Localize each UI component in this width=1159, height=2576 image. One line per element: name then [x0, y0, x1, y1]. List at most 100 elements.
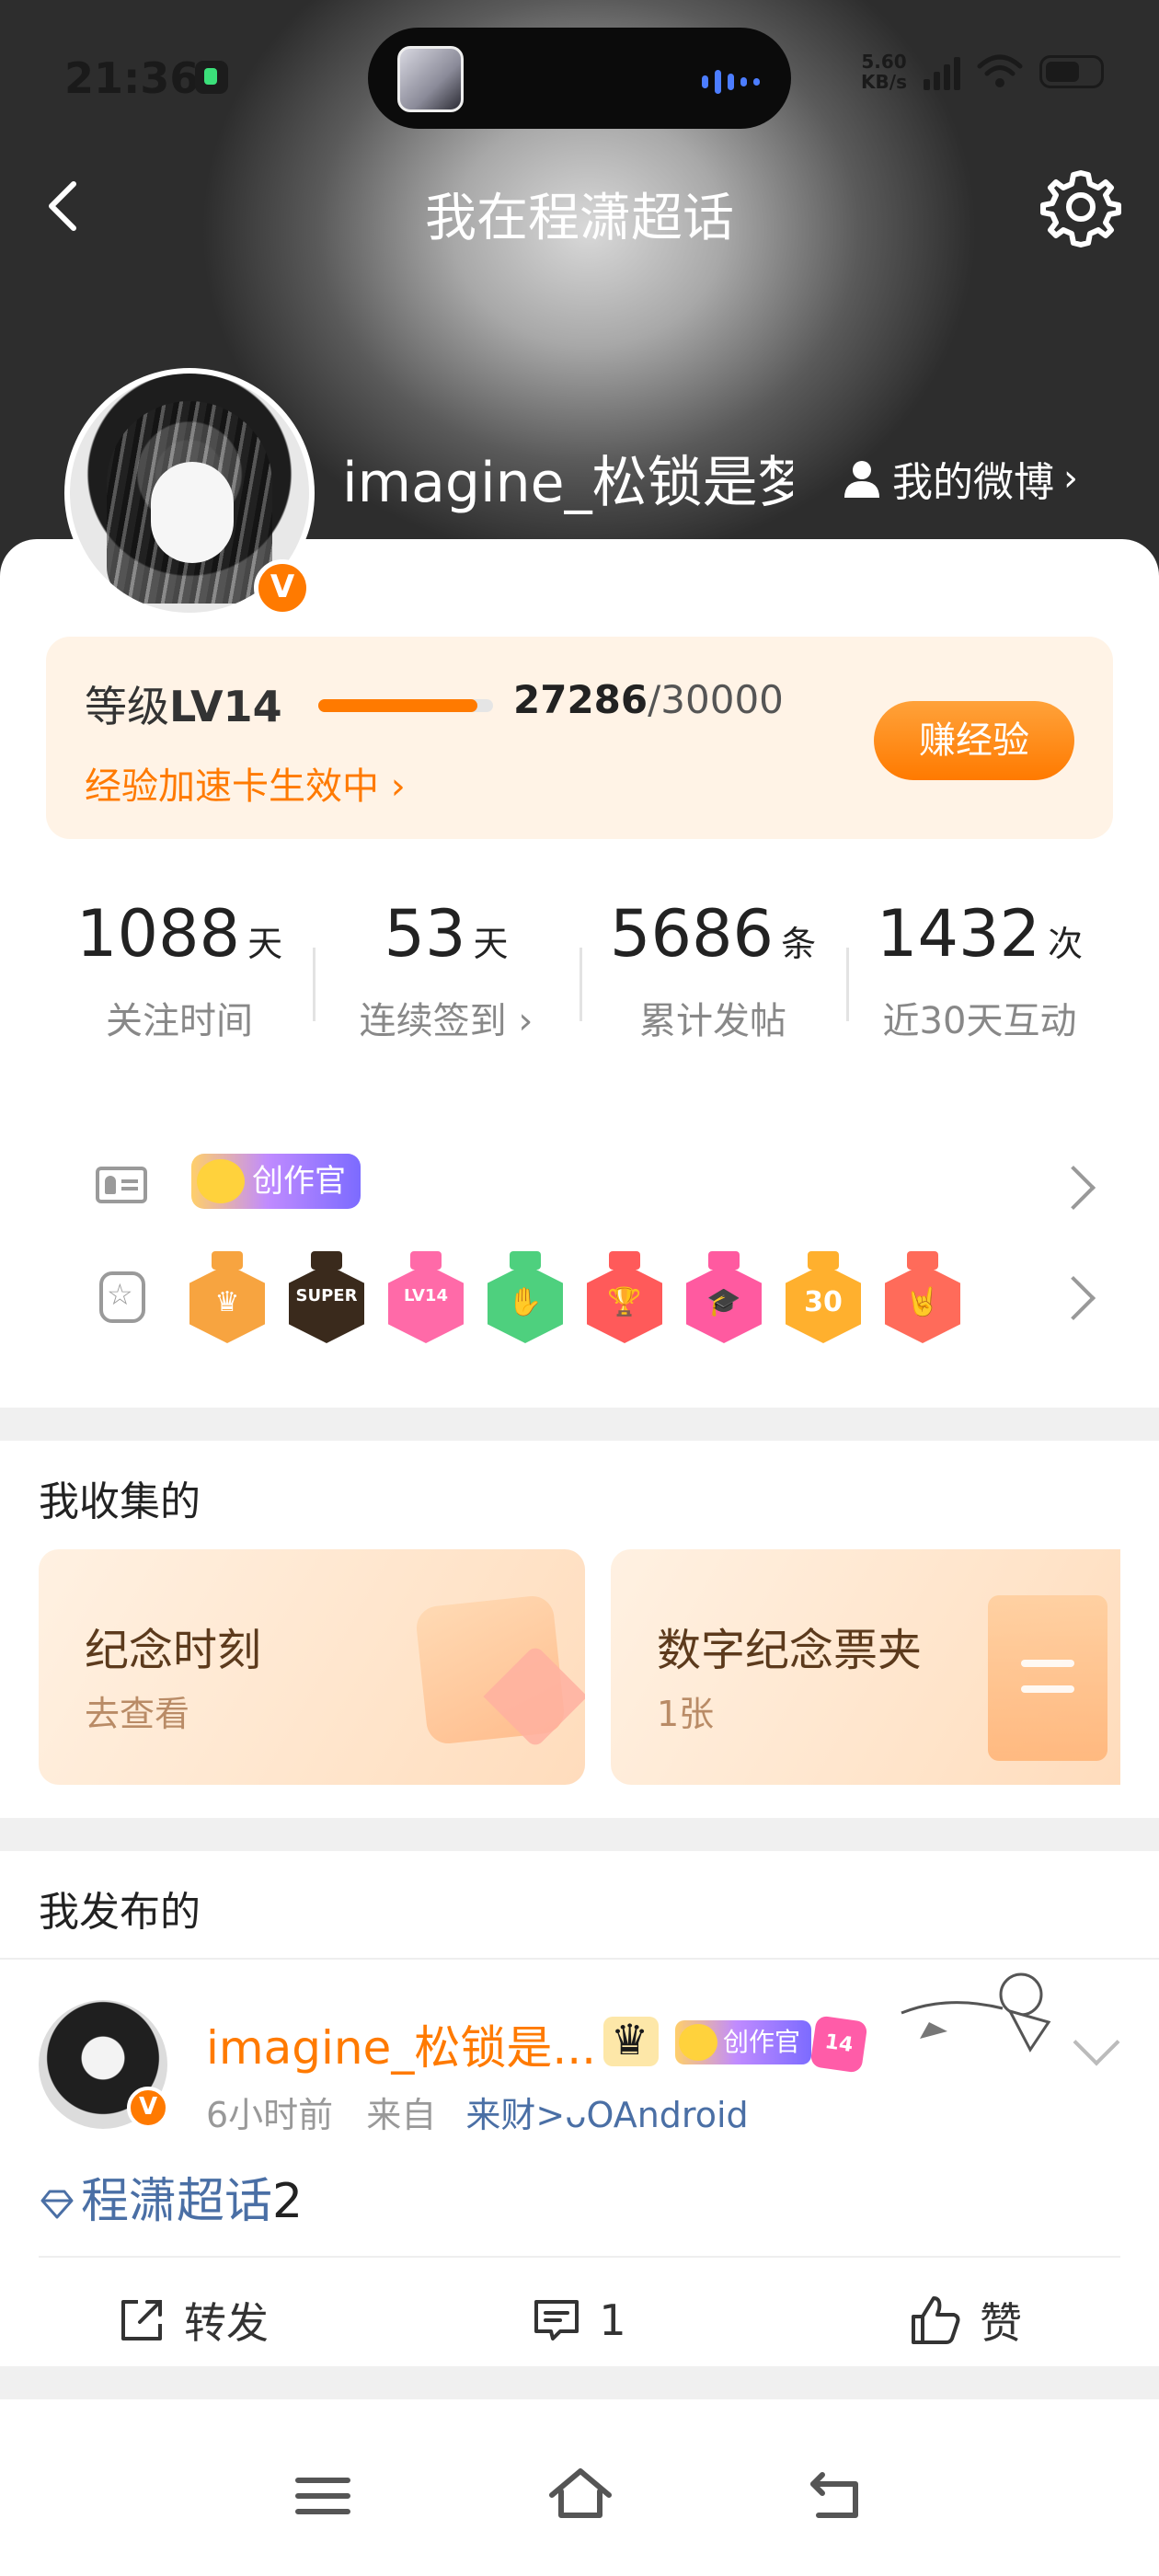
stat-total-posts: 5686 条 累计发帖	[580, 874, 846, 1058]
repost-icon	[121, 2300, 162, 2340]
super-topic-icon	[40, 2190, 74, 2219]
level-progress-bar	[318, 699, 493, 712]
post-source[interactable]: 来财>ᴗOAndroid	[465, 2095, 748, 2135]
creator-face-icon	[197, 1159, 245, 1203]
status-bar: 21:36 5.60 KB/s	[0, 0, 1159, 156]
post-meta: 6小时前 来自 来财>ᴗOAndroid	[206, 2087, 749, 2137]
top-nav: 我在程潇超话	[0, 156, 1159, 258]
my-weibo-label: 我的微博	[892, 459, 1054, 506]
chevron-right-icon: ›	[390, 765, 406, 808]
stat-value: 1088	[75, 896, 241, 972]
page-title: 我在程潇超话	[425, 189, 734, 248]
medal-icon	[99, 1271, 145, 1323]
stat-label: 连续签到	[359, 1000, 507, 1042]
chevron-right-icon[interactable]	[1050, 1275, 1096, 1321]
medal-list: ♛ SUPER LV14 ✋ 🏆 🎓 30 🤘	[189, 1251, 960, 1343]
super-medal[interactable]: SUPER	[289, 1251, 364, 1343]
lv14-medal[interactable]: LV14	[388, 1251, 464, 1343]
media-thumbnail	[397, 46, 464, 112]
stat-interactions: 1432 次 近30天互动	[846, 874, 1113, 1058]
creator-label: 创作官	[723, 2027, 801, 2057]
stat-unit: 条	[781, 924, 817, 964]
chevron-down-icon[interactable]	[1073, 2018, 1120, 2066]
back-icon[interactable]	[797, 2455, 879, 2537]
card-title: 纪念时刻	[85, 1625, 262, 1676]
comment-count: 1	[599, 2295, 626, 2345]
wifi-icon	[977, 54, 1023, 87]
section-divider	[0, 2366, 1159, 2399]
comment-button[interactable]: 1	[386, 2283, 773, 2357]
topic-name: 程潇超话	[81, 2174, 273, 2229]
30-days-medal[interactable]: 30	[786, 1251, 861, 1343]
chevron-right-icon[interactable]	[1050, 1165, 1096, 1211]
post-time: 6小时前	[206, 2095, 334, 2135]
network-speed-unit: KB/s	[861, 71, 907, 93]
home-icon[interactable]	[539, 2455, 622, 2537]
creator-badge: 创作官	[675, 2020, 812, 2064]
system-nav-bar	[0, 2399, 1159, 2576]
stat-label: 累计发帖	[639, 1000, 786, 1042]
level-gem-icon: 14	[809, 2015, 868, 2074]
hand-medal[interactable]: ✋	[488, 1251, 563, 1343]
medal-glyph: 🏆	[607, 1286, 642, 1318]
collected-title: 我收集的	[39, 1478, 201, 1525]
stat-unit: 天	[473, 924, 509, 964]
section-divider	[0, 1408, 1159, 1441]
card-title: 数字纪念票夹	[657, 1625, 923, 1676]
post-author-name[interactable]: imagine_松锁是...	[206, 2011, 596, 2077]
posted-title: 我发布的	[39, 1889, 201, 1936]
trophy-medal[interactable]: 🏆	[587, 1251, 662, 1343]
status-time: 21:36	[64, 53, 200, 103]
gear-icon[interactable]	[1039, 166, 1122, 248]
like-label: 赞	[980, 2298, 1022, 2348]
earn-exp-button[interactable]: 赚经验	[874, 701, 1074, 780]
badges-panel: 创作官 ♛ SUPER LV14 ✋ 🏆 🎓 30 🤘	[46, 1113, 1113, 1380]
stats-panel: 1088 天 关注时间 53 天 连续签到 › 5686 条 累计发帖 1432 次 近…	[46, 874, 1113, 1058]
post-topic-link[interactable]: 程潇超话2	[39, 2162, 303, 2231]
graduation-medal[interactable]: 🎓	[686, 1251, 762, 1343]
medal-glyph: 🤘	[905, 1286, 940, 1318]
thumbs-up-icon	[912, 2296, 960, 2344]
like-button[interactable]: 赞	[773, 2283, 1159, 2357]
repost-label: 转发	[184, 2298, 269, 2348]
exp-total: /30000	[648, 677, 784, 722]
medal-glyph: 30	[804, 1286, 843, 1318]
medal-glyph: ♛	[214, 1286, 240, 1318]
medal-glyph: SUPER	[295, 1286, 358, 1305]
creator-badge[interactable]: 创作官	[191, 1154, 361, 1209]
app-notification-icon	[195, 61, 228, 94]
menu-icon[interactable]	[281, 2455, 364, 2537]
card-subtitle: 1张	[657, 1694, 715, 1734]
signal-icon	[924, 53, 960, 90]
ticket-icon	[988, 1595, 1107, 1761]
exp-boost-link[interactable]: 经验加速卡生效中 ›	[85, 756, 406, 810]
level-value: LV14	[169, 682, 282, 731]
post-actions: 转发 1 赞	[0, 2283, 1159, 2357]
digital-ticket-card[interactable]: 数字纪念票夹 1张	[611, 1549, 1120, 1785]
stat-unit: 次	[1048, 924, 1084, 964]
verified-badge: V	[254, 559, 311, 616]
dynamic-island[interactable]	[368, 28, 791, 129]
memorial-moments-card[interactable]: 纪念时刻 去查看	[39, 1549, 585, 1785]
section-divider	[0, 1818, 1159, 1851]
audio-wave-icon	[702, 70, 760, 94]
my-weibo-link[interactable]: 我的微博 ›	[841, 449, 1078, 508]
stat-follow-days: 1088 天 关注时间	[46, 874, 313, 1058]
creator-label: 创作官	[252, 1163, 346, 1200]
divider	[39, 2256, 1120, 2258]
stat-label: 关注时间	[106, 1000, 253, 1042]
stat-checkin-days[interactable]: 53 天 连续签到 ›	[313, 874, 580, 1058]
stat-value: 53	[384, 896, 466, 972]
rock-hand-medal[interactable]: 🤘	[885, 1251, 960, 1343]
exp-current: 27286	[513, 677, 648, 722]
creator-face-icon	[679, 2024, 717, 2061]
status-icons: 5.60 KB/s	[861, 52, 1104, 92]
medal-glyph: ✋	[508, 1286, 543, 1318]
repost-button[interactable]: 转发	[0, 2283, 386, 2357]
crown-medal[interactable]: ♛	[189, 1251, 265, 1343]
exp-boost-text: 经验加速卡生效中	[85, 765, 379, 808]
posted-section: 我发布的 V imagine_松锁是... 创作官 14 6小时前 来自 来财>…	[0, 1851, 1159, 2366]
level-text: 等级	[85, 682, 169, 731]
medal-glyph: 🎓	[706, 1286, 741, 1318]
person-icon	[844, 461, 879, 498]
